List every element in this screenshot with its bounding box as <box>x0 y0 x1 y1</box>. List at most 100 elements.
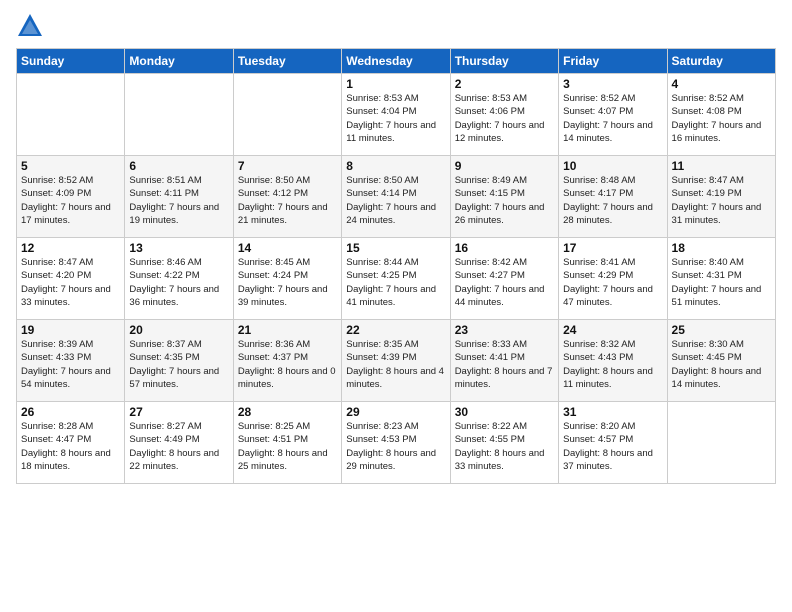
day-info: Sunrise: 8:23 AM Sunset: 4:53 PM Dayligh… <box>346 420 445 473</box>
day-number: 19 <box>21 323 120 337</box>
day-number: 13 <box>129 241 228 255</box>
day-number: 16 <box>455 241 554 255</box>
day-cell-5: 5Sunrise: 8:52 AM Sunset: 4:09 PM Daylig… <box>17 156 125 238</box>
day-number: 30 <box>455 405 554 419</box>
day-cell-11: 11Sunrise: 8:47 AM Sunset: 4:19 PM Dayli… <box>667 156 775 238</box>
day-number: 12 <box>21 241 120 255</box>
day-number: 29 <box>346 405 445 419</box>
day-number: 28 <box>238 405 337 419</box>
day-number: 10 <box>563 159 662 173</box>
day-cell-15: 15Sunrise: 8:44 AM Sunset: 4:25 PM Dayli… <box>342 238 450 320</box>
day-info: Sunrise: 8:52 AM Sunset: 4:08 PM Dayligh… <box>672 92 771 145</box>
day-cell-24: 24Sunrise: 8:32 AM Sunset: 4:43 PM Dayli… <box>559 320 667 402</box>
day-cell-30: 30Sunrise: 8:22 AM Sunset: 4:55 PM Dayli… <box>450 402 558 484</box>
day-number: 8 <box>346 159 445 173</box>
week-row-0: 1Sunrise: 8:53 AM Sunset: 4:04 PM Daylig… <box>17 74 776 156</box>
day-cell-13: 13Sunrise: 8:46 AM Sunset: 4:22 PM Dayli… <box>125 238 233 320</box>
logo-icon <box>16 12 44 40</box>
day-cell-28: 28Sunrise: 8:25 AM Sunset: 4:51 PM Dayli… <box>233 402 341 484</box>
day-info: Sunrise: 8:50 AM Sunset: 4:14 PM Dayligh… <box>346 174 445 227</box>
day-info: Sunrise: 8:20 AM Sunset: 4:57 PM Dayligh… <box>563 420 662 473</box>
day-info: Sunrise: 8:27 AM Sunset: 4:49 PM Dayligh… <box>129 420 228 473</box>
day-number: 31 <box>563 405 662 419</box>
column-header-wednesday: Wednesday <box>342 49 450 74</box>
day-info: Sunrise: 8:45 AM Sunset: 4:24 PM Dayligh… <box>238 256 337 309</box>
column-header-thursday: Thursday <box>450 49 558 74</box>
empty-cell <box>667 402 775 484</box>
day-number: 27 <box>129 405 228 419</box>
day-cell-12: 12Sunrise: 8:47 AM Sunset: 4:20 PM Dayli… <box>17 238 125 320</box>
day-cell-20: 20Sunrise: 8:37 AM Sunset: 4:35 PM Dayli… <box>125 320 233 402</box>
day-info: Sunrise: 8:32 AM Sunset: 4:43 PM Dayligh… <box>563 338 662 391</box>
day-number: 7 <box>238 159 337 173</box>
header <box>16 12 776 40</box>
day-number: 23 <box>455 323 554 337</box>
day-number: 22 <box>346 323 445 337</box>
day-cell-1: 1Sunrise: 8:53 AM Sunset: 4:04 PM Daylig… <box>342 74 450 156</box>
column-header-monday: Monday <box>125 49 233 74</box>
day-info: Sunrise: 8:39 AM Sunset: 4:33 PM Dayligh… <box>21 338 120 391</box>
day-info: Sunrise: 8:28 AM Sunset: 4:47 PM Dayligh… <box>21 420 120 473</box>
day-number: 21 <box>238 323 337 337</box>
week-row-2: 12Sunrise: 8:47 AM Sunset: 4:20 PM Dayli… <box>17 238 776 320</box>
day-info: Sunrise: 8:33 AM Sunset: 4:41 PM Dayligh… <box>455 338 554 391</box>
day-number: 25 <box>672 323 771 337</box>
day-cell-2: 2Sunrise: 8:53 AM Sunset: 4:06 PM Daylig… <box>450 74 558 156</box>
column-header-friday: Friday <box>559 49 667 74</box>
day-info: Sunrise: 8:53 AM Sunset: 4:06 PM Dayligh… <box>455 92 554 145</box>
day-info: Sunrise: 8:41 AM Sunset: 4:29 PM Dayligh… <box>563 256 662 309</box>
day-cell-8: 8Sunrise: 8:50 AM Sunset: 4:14 PM Daylig… <box>342 156 450 238</box>
day-info: Sunrise: 8:52 AM Sunset: 4:07 PM Dayligh… <box>563 92 662 145</box>
day-number: 2 <box>455 77 554 91</box>
day-cell-18: 18Sunrise: 8:40 AM Sunset: 4:31 PM Dayli… <box>667 238 775 320</box>
day-info: Sunrise: 8:42 AM Sunset: 4:27 PM Dayligh… <box>455 256 554 309</box>
day-info: Sunrise: 8:51 AM Sunset: 4:11 PM Dayligh… <box>129 174 228 227</box>
day-number: 17 <box>563 241 662 255</box>
day-cell-29: 29Sunrise: 8:23 AM Sunset: 4:53 PM Dayli… <box>342 402 450 484</box>
day-info: Sunrise: 8:35 AM Sunset: 4:39 PM Dayligh… <box>346 338 445 391</box>
day-info: Sunrise: 8:30 AM Sunset: 4:45 PM Dayligh… <box>672 338 771 391</box>
day-number: 18 <box>672 241 771 255</box>
day-number: 9 <box>455 159 554 173</box>
empty-cell <box>233 74 341 156</box>
day-number: 3 <box>563 77 662 91</box>
day-cell-6: 6Sunrise: 8:51 AM Sunset: 4:11 PM Daylig… <box>125 156 233 238</box>
day-number: 20 <box>129 323 228 337</box>
day-number: 1 <box>346 77 445 91</box>
day-info: Sunrise: 8:53 AM Sunset: 4:04 PM Dayligh… <box>346 92 445 145</box>
day-cell-23: 23Sunrise: 8:33 AM Sunset: 4:41 PM Dayli… <box>450 320 558 402</box>
column-header-sunday: Sunday <box>17 49 125 74</box>
day-cell-4: 4Sunrise: 8:52 AM Sunset: 4:08 PM Daylig… <box>667 74 775 156</box>
page: SundayMondayTuesdayWednesdayThursdayFrid… <box>0 0 792 612</box>
day-info: Sunrise: 8:52 AM Sunset: 4:09 PM Dayligh… <box>21 174 120 227</box>
day-info: Sunrise: 8:36 AM Sunset: 4:37 PM Dayligh… <box>238 338 337 391</box>
day-info: Sunrise: 8:25 AM Sunset: 4:51 PM Dayligh… <box>238 420 337 473</box>
day-cell-3: 3Sunrise: 8:52 AM Sunset: 4:07 PM Daylig… <box>559 74 667 156</box>
empty-cell <box>125 74 233 156</box>
day-info: Sunrise: 8:22 AM Sunset: 4:55 PM Dayligh… <box>455 420 554 473</box>
day-number: 14 <box>238 241 337 255</box>
day-cell-19: 19Sunrise: 8:39 AM Sunset: 4:33 PM Dayli… <box>17 320 125 402</box>
day-cell-22: 22Sunrise: 8:35 AM Sunset: 4:39 PM Dayli… <box>342 320 450 402</box>
day-cell-31: 31Sunrise: 8:20 AM Sunset: 4:57 PM Dayli… <box>559 402 667 484</box>
day-cell-7: 7Sunrise: 8:50 AM Sunset: 4:12 PM Daylig… <box>233 156 341 238</box>
day-info: Sunrise: 8:46 AM Sunset: 4:22 PM Dayligh… <box>129 256 228 309</box>
day-number: 4 <box>672 77 771 91</box>
week-row-3: 19Sunrise: 8:39 AM Sunset: 4:33 PM Dayli… <box>17 320 776 402</box>
day-info: Sunrise: 8:49 AM Sunset: 4:15 PM Dayligh… <box>455 174 554 227</box>
day-number: 5 <box>21 159 120 173</box>
day-number: 11 <box>672 159 771 173</box>
column-header-saturday: Saturday <box>667 49 775 74</box>
column-header-tuesday: Tuesday <box>233 49 341 74</box>
day-number: 6 <box>129 159 228 173</box>
day-number: 26 <box>21 405 120 419</box>
calendar-header-row: SundayMondayTuesdayWednesdayThursdayFrid… <box>17 49 776 74</box>
day-info: Sunrise: 8:47 AM Sunset: 4:19 PM Dayligh… <box>672 174 771 227</box>
day-cell-26: 26Sunrise: 8:28 AM Sunset: 4:47 PM Dayli… <box>17 402 125 484</box>
day-cell-16: 16Sunrise: 8:42 AM Sunset: 4:27 PM Dayli… <box>450 238 558 320</box>
day-cell-21: 21Sunrise: 8:36 AM Sunset: 4:37 PM Dayli… <box>233 320 341 402</box>
day-number: 24 <box>563 323 662 337</box>
day-number: 15 <box>346 241 445 255</box>
day-cell-27: 27Sunrise: 8:27 AM Sunset: 4:49 PM Dayli… <box>125 402 233 484</box>
week-row-4: 26Sunrise: 8:28 AM Sunset: 4:47 PM Dayli… <box>17 402 776 484</box>
